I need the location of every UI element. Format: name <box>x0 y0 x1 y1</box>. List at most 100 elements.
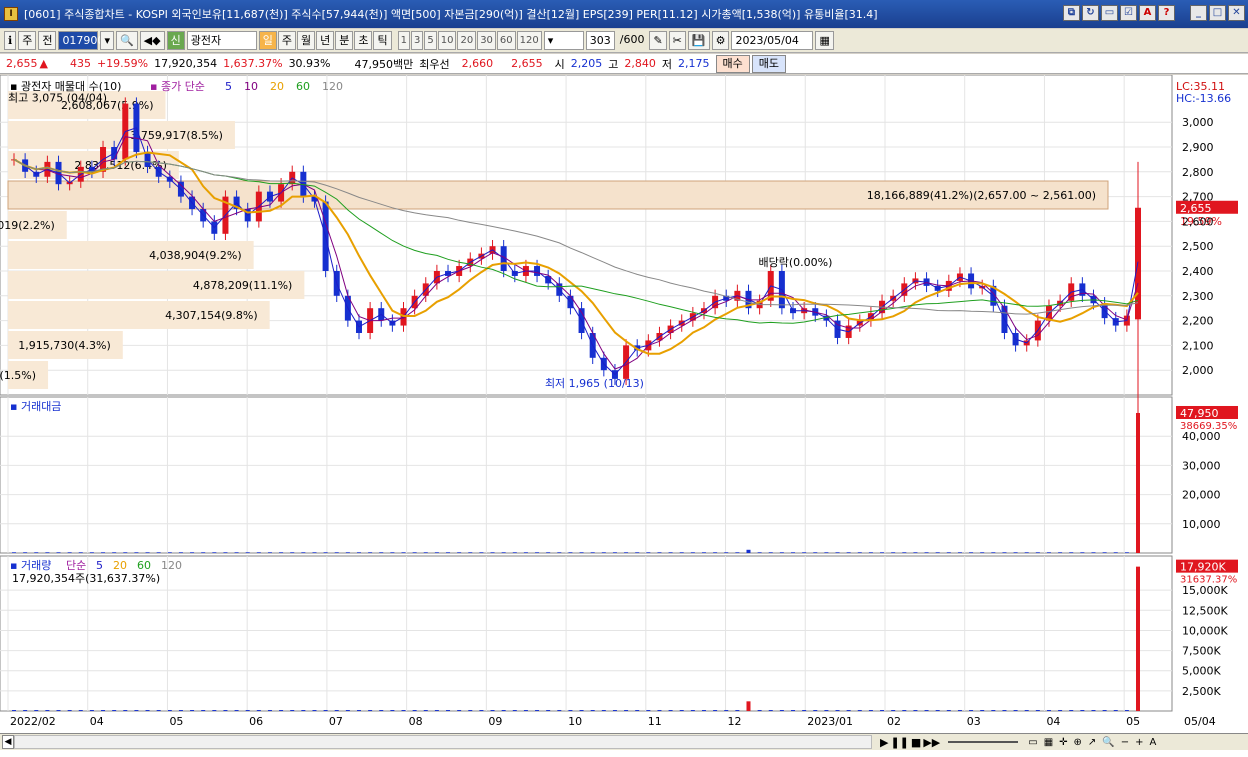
checkbox-icon[interactable]: ☑ <box>1120 5 1137 21</box>
layout2-icon[interactable]: ▦ <box>1044 737 1053 748</box>
settings-icon[interactable]: ⚙ <box>711 31 730 50</box>
interval-tab[interactable]: 60 <box>496 31 516 50</box>
maximize-icon[interactable]: □ <box>1209 5 1226 21</box>
dropdown-icon[interactable]: ▾ <box>100 31 114 50</box>
amount-bar <box>1069 552 1074 553</box>
app-icon: I <box>4 7 18 21</box>
interval-tab[interactable]: 120 <box>516 31 542 50</box>
amount-bar <box>1013 552 1018 553</box>
minus-icon[interactable]: − <box>1121 737 1129 748</box>
volume-tick-label: 7,500K <box>1182 645 1221 658</box>
plus-icon[interactable]: + <box>1135 737 1143 748</box>
volume-bar <box>145 710 150 711</box>
speaker-icon[interactable]: ◀◆ <box>139 31 165 50</box>
scroll-track[interactable] <box>14 735 872 749</box>
info-icon[interactable]: ℹ <box>4 31 17 50</box>
amount-bar <box>468 552 473 553</box>
interval-tab[interactable]: 10 <box>437 31 457 50</box>
profile-label: 678,000(1.5%) <box>0 369 36 382</box>
interval-tab[interactable]: 3 <box>410 31 424 50</box>
interval-tab[interactable]: 1 <box>397 31 410 50</box>
search-icon[interactable]: 🔍 <box>115 31 138 50</box>
chart-tool-icon[interactable]: ✂ <box>668 31 686 50</box>
ma-legend-item: 60 <box>296 80 310 93</box>
date-field[interactable]: 2023/05/04 <box>731 31 814 50</box>
close-icon[interactable]: ✕ <box>1228 5 1245 21</box>
amount-bar <box>935 552 940 553</box>
volume-bar <box>590 710 595 711</box>
amount-bar <box>290 552 295 553</box>
chart-area[interactable]: 2,608,067(5.9%) 3,759,917(8.5%) 2,836,512(… <box>0 74 1248 757</box>
amount-bar <box>846 552 851 553</box>
pause-icon[interactable]: ❚❚ <box>890 736 908 749</box>
amount-bar <box>156 552 161 553</box>
play-icon[interactable]: ▶ <box>880 736 888 749</box>
interval-tab[interactable]: 30 <box>477 31 496 50</box>
price-legend-ma: ▪ 종가 단순 <box>150 80 205 93</box>
prev-button[interactable]: 전 <box>38 31 57 50</box>
period-tab[interactable]: 년 <box>316 31 335 50</box>
crosshair-icon[interactable]: ✛ <box>1059 737 1067 748</box>
amount-bar <box>67 552 72 553</box>
volume-bar <box>468 710 473 711</box>
profile-label: 949,019(2.2%) <box>0 219 55 232</box>
sell-button[interactable]: 매도 <box>751 54 786 73</box>
calendar-icon[interactable]: ▦ <box>815 31 834 50</box>
help-icon[interactable]: ? <box>1158 5 1175 21</box>
amount-bar <box>735 552 740 553</box>
volume-bar <box>846 710 851 711</box>
volume-bar <box>779 710 784 711</box>
a-icon[interactable]: A <box>1139 5 1156 21</box>
magnet-icon[interactable]: ⊕ <box>1074 737 1082 748</box>
volume-bar <box>201 710 206 711</box>
stop-icon[interactable]: ■ <box>911 736 921 749</box>
scroll-left-icon[interactable]: ◀ <box>2 735 14 749</box>
period-tab[interactable]: 주 <box>277 31 296 50</box>
volume-tag-value: 17,920K <box>1180 561 1226 574</box>
window-icon[interactable]: ▭ <box>1101 5 1118 21</box>
amount-tick-label: 20,000 <box>1182 489 1221 502</box>
text-a-icon[interactable]: A <box>1150 737 1157 748</box>
interval-tab[interactable]: 20 <box>457 31 477 50</box>
chart-canvas[interactable]: 2,608,067(5.9%)3,759,917(8.5%)2,836,512(… <box>0 74 1248 733</box>
price-tick-label: 2,200 <box>1182 315 1214 328</box>
zoom-out-icon[interactable]: 🔍 <box>1102 737 1114 748</box>
stock-name-field[interactable]: 광전자 <box>186 31 257 50</box>
period-tabs: 일주월년분초틱 <box>258 31 392 50</box>
period-tab[interactable]: 초 <box>354 31 373 50</box>
volume-bar <box>12 710 16 711</box>
volume-bar <box>635 710 640 711</box>
stock-code-input[interactable]: 017900 <box>58 31 104 50</box>
amount-bar <box>423 552 428 553</box>
amount-bar <box>167 552 172 553</box>
fast-forward-icon[interactable]: ▶▶ <box>923 736 940 749</box>
chart-scrollbar[interactable]: ◀ ▶ ❚❚ ■ ▶▶ ▭ ▦ ✛ ⊕ ↗ 🔍 − + A <box>0 733 1248 750</box>
period-tab[interactable]: 일 <box>258 31 277 50</box>
period-tab[interactable]: 분 <box>335 31 354 50</box>
zoom-slider[interactable] <box>948 741 1019 743</box>
copy-icon[interactable]: ⧉ <box>1063 5 1080 21</box>
layout-icon[interactable]: ▭ <box>1028 737 1037 748</box>
buy-button[interactable]: 매수 <box>715 54 750 73</box>
volume-bar <box>212 710 217 711</box>
refresh-icon[interactable]: ↻ <box>1082 5 1099 21</box>
period-tab[interactable]: 틱 <box>373 31 392 50</box>
interval-tab[interactable]: 5 <box>424 31 437 50</box>
x-tick-label: 2022/02 <box>10 715 56 728</box>
mode-select[interactable]: 주 <box>18 31 37 50</box>
volume-bar <box>67 710 72 711</box>
amount-bar <box>256 552 261 553</box>
amount-tick-label: 30,000 <box>1182 459 1221 472</box>
volume-bar <box>546 710 551 711</box>
line-tool-icon[interactable]: ✎ <box>649 31 667 50</box>
period-tab[interactable]: 월 <box>296 31 316 50</box>
interval-dropdown[interactable]: ▾ <box>543 31 584 50</box>
count-input[interactable]: 303 <box>585 31 615 50</box>
x-tick-label: 05/04 <box>1184 715 1216 728</box>
save-icon[interactable]: 💾 <box>687 31 710 50</box>
volume-bar <box>1124 710 1129 711</box>
amount-bar <box>501 552 506 553</box>
amount-bar <box>824 552 829 553</box>
minimize-icon[interactable]: _ <box>1190 5 1207 21</box>
trend-icon[interactable]: ↗ <box>1088 737 1096 748</box>
